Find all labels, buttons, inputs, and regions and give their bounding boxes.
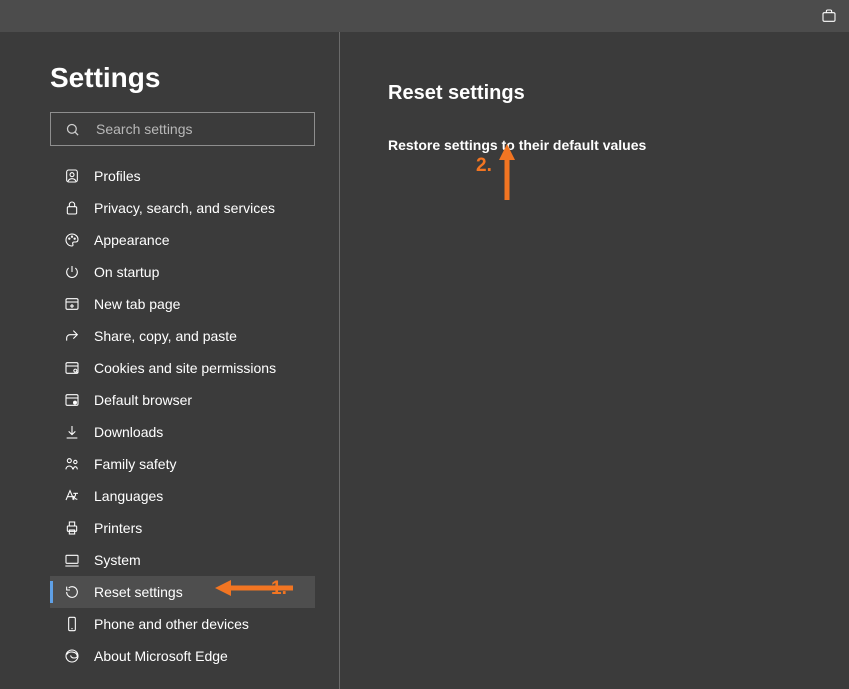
- language-icon: [64, 488, 80, 504]
- family-icon: [64, 456, 80, 472]
- sidebar-item-label: Default browser: [94, 392, 192, 408]
- appearance-icon: [64, 232, 80, 248]
- power-icon: [64, 264, 80, 280]
- sidebar-item-about[interactable]: About Microsoft Edge: [50, 640, 315, 672]
- sidebar-item-reset[interactable]: Reset settings: [50, 576, 315, 608]
- settings-sidebar: Settings Profiles Privacy, search, and: [0, 32, 340, 689]
- system-icon: [64, 552, 80, 568]
- search-icon: [65, 122, 80, 137]
- newtab-icon: [64, 296, 80, 312]
- sidebar-item-share[interactable]: Share, copy, and paste: [50, 320, 315, 352]
- sidebar-item-label: Cookies and site permissions: [94, 360, 276, 376]
- browser-icon: [64, 392, 80, 408]
- sidebar-item-newtab[interactable]: New tab page: [50, 288, 315, 320]
- download-icon: [64, 424, 80, 440]
- sidebar-item-printers[interactable]: Printers: [50, 512, 315, 544]
- profile-icon: [64, 168, 80, 184]
- sidebar-item-label: Privacy, search, and services: [94, 200, 275, 216]
- sidebar-item-cookies[interactable]: Cookies and site permissions: [50, 352, 315, 384]
- settings-content: Reset settings Restore settings to their…: [340, 32, 849, 689]
- reset-icon: [64, 584, 80, 600]
- sidebar-item-defaultbrowser[interactable]: Default browser: [50, 384, 315, 416]
- sidebar-item-label: Appearance: [94, 232, 170, 248]
- sidebar-item-label: On startup: [94, 264, 159, 280]
- search-settings-box[interactable]: [50, 112, 315, 146]
- sidebar-item-phone[interactable]: Phone and other devices: [50, 608, 315, 640]
- page-title: Reset settings: [388, 82, 849, 105]
- sidebar-item-languages[interactable]: Languages: [50, 480, 315, 512]
- search-input[interactable]: [96, 121, 300, 137]
- sidebar-item-privacy[interactable]: Privacy, search, and services: [50, 192, 315, 224]
- edge-icon: [64, 648, 80, 664]
- sidebar-item-label: Phone and other devices: [94, 616, 249, 632]
- lock-icon: [64, 200, 80, 216]
- printer-icon: [64, 520, 80, 536]
- sidebar-item-downloads[interactable]: Downloads: [50, 416, 315, 448]
- sidebar-item-label: Downloads: [94, 424, 163, 440]
- cookies-icon: [64, 360, 80, 376]
- sidebar-item-label: Printers: [94, 520, 142, 536]
- restore-settings-link[interactable]: Restore settings to their default values: [388, 137, 849, 153]
- sidebar-item-profiles[interactable]: Profiles: [50, 160, 315, 192]
- sidebar-item-label: Share, copy, and paste: [94, 328, 237, 344]
- sidebar-item-label: System: [94, 552, 141, 568]
- briefcase-icon: [821, 8, 837, 24]
- settings-nav: Profiles Privacy, search, and services A…: [50, 160, 315, 672]
- sidebar-title: Settings: [50, 62, 315, 94]
- titlebar: [0, 0, 849, 32]
- sidebar-item-label: Family safety: [94, 456, 176, 472]
- sidebar-item-family[interactable]: Family safety: [50, 448, 315, 480]
- sidebar-item-appearance[interactable]: Appearance: [50, 224, 315, 256]
- sidebar-item-system[interactable]: System: [50, 544, 315, 576]
- sidebar-item-label: About Microsoft Edge: [94, 648, 228, 664]
- sidebar-item-label: Reset settings: [94, 584, 183, 600]
- share-icon: [64, 328, 80, 344]
- sidebar-item-onstartup[interactable]: On startup: [50, 256, 315, 288]
- phone-icon: [64, 616, 80, 632]
- sidebar-item-label: New tab page: [94, 296, 180, 312]
- sidebar-item-label: Profiles: [94, 168, 141, 184]
- sidebar-item-label: Languages: [94, 488, 163, 504]
